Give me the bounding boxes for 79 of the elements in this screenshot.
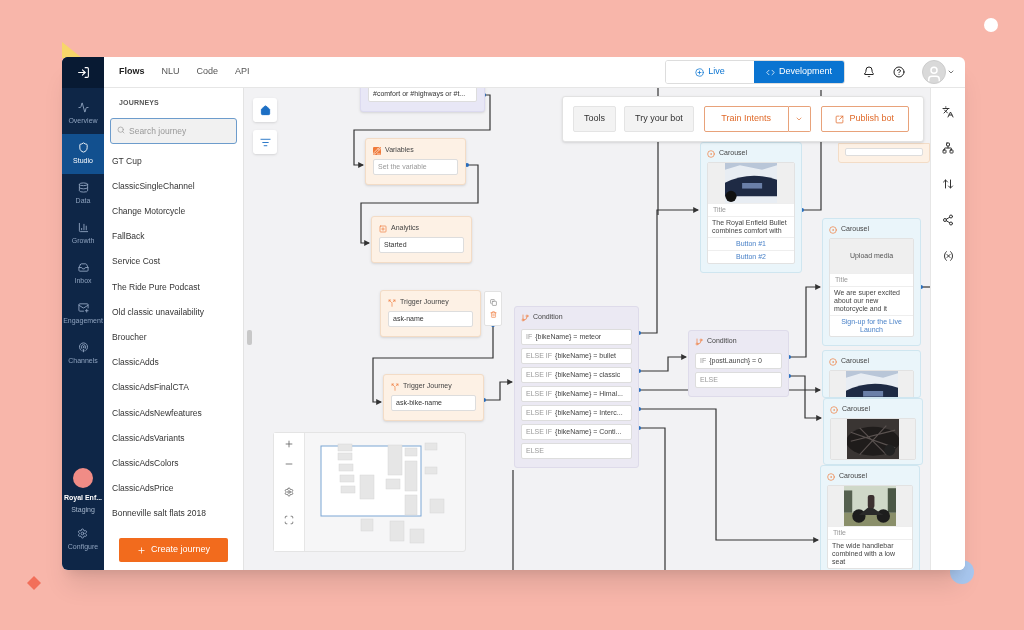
dot-icon [829, 357, 837, 366]
dot-icon [829, 225, 837, 234]
search-field[interactable]: Search journey [110, 117, 237, 144]
journey-item[interactable]: ClassicAdsColors [112, 450, 235, 476]
workspace-avatar[interactable] [73, 467, 93, 488]
sort-icon[interactable] [942, 178, 954, 190]
plus-icon [136, 545, 146, 555]
connector-line [919, 285, 930, 289]
journey-item[interactable]: Service Cost [112, 249, 235, 275]
nav-icon [77, 221, 89, 233]
settings-icon [77, 527, 89, 539]
nav-icon [77, 261, 89, 273]
journey-item[interactable]: GT Cup [112, 148, 235, 174]
circle-decoration [984, 18, 998, 32]
journey-item[interactable]: ClassicAdsVariants [112, 425, 235, 451]
dot-icon [830, 405, 838, 414]
publish-icon [835, 114, 845, 124]
tab[interactable]: Code [196, 65, 219, 79]
diamond-decoration [27, 576, 41, 590]
tab[interactable]: Flows [119, 65, 145, 79]
copy-icon[interactable] [489, 299, 497, 306]
search-icon [117, 125, 125, 134]
scrollbar-handle[interactable] [247, 330, 252, 345]
caret-icon[interactable] [947, 68, 955, 76]
translate-icon[interactable] [942, 106, 954, 118]
flow-node[interactable] [838, 143, 930, 163]
branch-icon [521, 313, 529, 322]
journey-item[interactable]: Change Motorcycle [112, 198, 235, 225]
caret-icon [795, 115, 804, 123]
variable-icon[interactable] [941, 250, 955, 262]
share-icon[interactable] [942, 214, 954, 226]
journey-item[interactable]: ClassicSingleChannel [112, 173, 235, 199]
plus-square-icon [379, 224, 387, 233]
list-icon [259, 136, 271, 148]
connector-line [637, 354, 688, 373]
delete-icon[interactable] [489, 311, 497, 318]
journey-item[interactable]: Broucher [112, 324, 235, 350]
dropdown-button[interactable] [788, 106, 811, 132]
dot-icon [707, 149, 715, 158]
split-icon [388, 298, 396, 307]
nav-icon [77, 141, 89, 153]
toolbar-button[interactable]: Try your bot [624, 106, 694, 132]
journey-item[interactable]: Old classic unavailability [112, 299, 235, 325]
journey-item[interactable]: ClassicAdds [112, 350, 235, 376]
list-button[interactable] [253, 130, 277, 154]
notification-icon[interactable] [863, 66, 875, 78]
journey-item[interactable]: ClassicAdsFinalCTA [112, 375, 235, 401]
journey-item[interactable]: ClassicAdsPrice [112, 475, 235, 502]
nav-icon [77, 181, 89, 193]
publish-button[interactable]: Publish bot [820, 106, 909, 132]
nav-icon [77, 341, 89, 353]
pencil-icon [373, 146, 381, 155]
zoom-in-icon[interactable] [284, 439, 294, 449]
nav-icon [77, 101, 89, 113]
tab[interactable]: NLU [161, 65, 180, 79]
split-icon [391, 382, 399, 391]
exit-icon[interactable] [76, 66, 90, 79]
help-icon[interactable] [893, 66, 905, 78]
journey-item[interactable]: ClassicAdsNewfeatures [112, 400, 235, 426]
home-button[interactable] [253, 98, 277, 122]
train-intents-button[interactable]: Train Intents [703, 106, 789, 132]
user-icon [925, 65, 943, 83]
settings-icon[interactable] [284, 487, 294, 497]
triangle-decoration [62, 42, 82, 58]
plus-circle-icon [695, 67, 705, 77]
home-icon [259, 104, 271, 116]
code-icon [766, 67, 775, 77]
dot-icon [827, 472, 835, 481]
fullscreen-icon[interactable] [284, 515, 294, 525]
flow-canvas[interactable] [244, 88, 930, 570]
mode-toggle[interactable]: Development [754, 61, 844, 83]
branch-icon [695, 337, 703, 346]
journey-item[interactable]: Bonneville salt flats 2018 [112, 501, 235, 527]
toolbar-button[interactable]: Tools [573, 106, 616, 132]
journey-item[interactable]: The Ride Pure Podcast [112, 274, 235, 300]
journey-item[interactable]: FallBack [112, 224, 235, 250]
tab[interactable]: API [235, 65, 250, 79]
network-icon[interactable] [942, 142, 954, 154]
nav-icon [77, 301, 89, 313]
